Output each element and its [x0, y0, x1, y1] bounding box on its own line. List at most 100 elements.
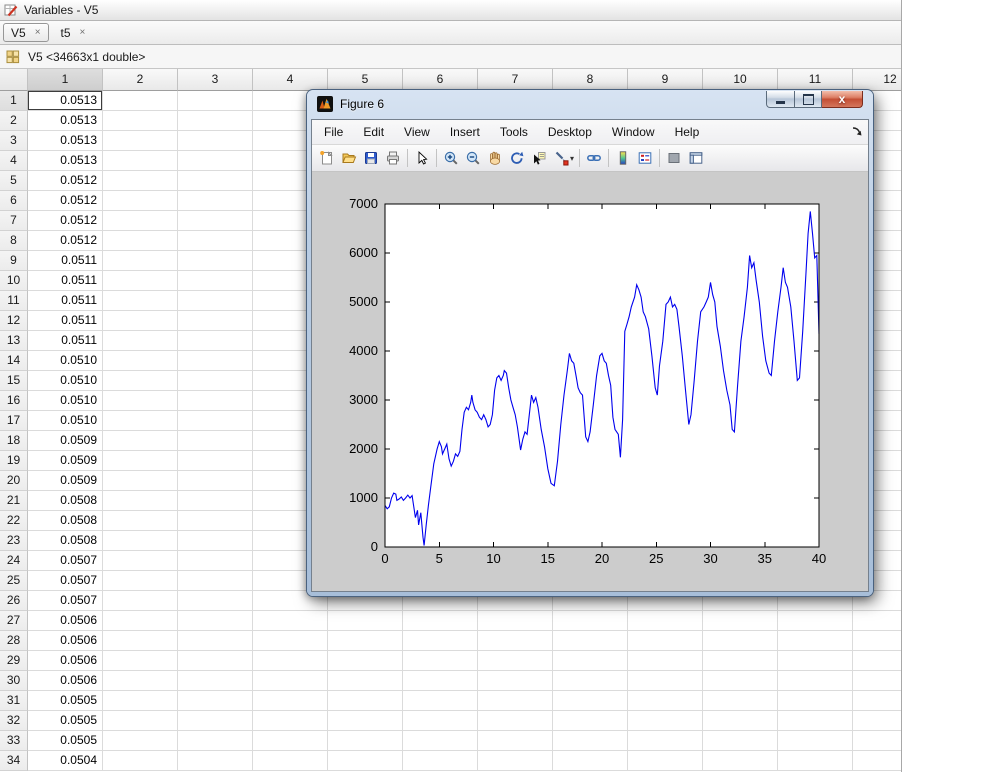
cell-r29-c10[interactable]: [703, 651, 778, 671]
cell-r23-c1[interactable]: 0.0508: [28, 531, 103, 551]
cell-r34-c2[interactable]: [103, 751, 178, 771]
cell-r28-c12[interactable]: [853, 631, 902, 651]
menu-desktop[interactable]: Desktop: [538, 121, 602, 144]
zoom-in-button[interactable]: [440, 147, 462, 169]
cell-r24-c3[interactable]: [178, 551, 253, 571]
cell-r11-c2[interactable]: [103, 291, 178, 311]
cell-r30-c2[interactable]: [103, 671, 178, 691]
tab-v5[interactable]: V5 ×: [3, 23, 49, 42]
column-header-3[interactable]: 3: [178, 69, 253, 91]
cell-r28-c11[interactable]: [778, 631, 853, 651]
row-header-23[interactable]: 23: [0, 531, 28, 551]
menu-window[interactable]: Window: [602, 121, 665, 144]
cell-r13-c3[interactable]: [178, 331, 253, 351]
cell-r14-c3[interactable]: [178, 351, 253, 371]
cell-r31-c8[interactable]: [553, 691, 628, 711]
row-header-30[interactable]: 30: [0, 671, 28, 691]
cell-r5-c2[interactable]: [103, 171, 178, 191]
cell-r4-c3[interactable]: [178, 151, 253, 171]
row-header-34[interactable]: 34: [0, 751, 28, 771]
row-header-16[interactable]: 16: [0, 391, 28, 411]
cell-r34-c3[interactable]: [178, 751, 253, 771]
row-header-18[interactable]: 18: [0, 431, 28, 451]
cell-r34-c5[interactable]: [328, 751, 403, 771]
cell-r32-c9[interactable]: [628, 711, 703, 731]
cell-r32-c12[interactable]: [853, 711, 902, 731]
cell-r33-c7[interactable]: [478, 731, 553, 751]
row-header-19[interactable]: 19: [0, 451, 28, 471]
cell-r34-c7[interactable]: [478, 751, 553, 771]
minimize-button[interactable]: [766, 91, 795, 108]
cell-r14-c2[interactable]: [103, 351, 178, 371]
row-header-21[interactable]: 21: [0, 491, 28, 511]
row-header-22[interactable]: 22: [0, 511, 28, 531]
cell-r3-c2[interactable]: [103, 131, 178, 151]
hide-plot-tools-button[interactable]: [663, 147, 685, 169]
cell-r19-c3[interactable]: [178, 451, 253, 471]
cell-r31-c3[interactable]: [178, 691, 253, 711]
row-header-2[interactable]: 2: [0, 111, 28, 131]
cell-r29-c12[interactable]: [853, 651, 902, 671]
cell-r33-c11[interactable]: [778, 731, 853, 751]
cell-r33-c5[interactable]: [328, 731, 403, 751]
cell-r34-c11[interactable]: [778, 751, 853, 771]
cell-r31-c10[interactable]: [703, 691, 778, 711]
cell-r28-c7[interactable]: [478, 631, 553, 651]
cell-r18-c1[interactable]: 0.0509: [28, 431, 103, 451]
open-file-button[interactable]: [338, 147, 360, 169]
cell-r10-c2[interactable]: [103, 271, 178, 291]
cell-r31-c7[interactable]: [478, 691, 553, 711]
pan-button[interactable]: [484, 147, 506, 169]
cell-r31-c12[interactable]: [853, 691, 902, 711]
column-header-7[interactable]: 7: [478, 69, 553, 91]
cell-r27-c6[interactable]: [403, 611, 478, 631]
cell-r16-c2[interactable]: [103, 391, 178, 411]
cell-r16-c3[interactable]: [178, 391, 253, 411]
cell-r33-c1[interactable]: 0.0505: [28, 731, 103, 751]
cell-r27-c2[interactable]: [103, 611, 178, 631]
cell-r29-c9[interactable]: [628, 651, 703, 671]
cell-r4-c2[interactable]: [103, 151, 178, 171]
cell-r6-c3[interactable]: [178, 191, 253, 211]
save-figure-button[interactable]: [360, 147, 382, 169]
cell-r18-c2[interactable]: [103, 431, 178, 451]
cell-r8-c1[interactable]: 0.0512: [28, 231, 103, 251]
cell-r30-c3[interactable]: [178, 671, 253, 691]
cell-r34-c1[interactable]: 0.0504: [28, 751, 103, 771]
insert-colorbar-button[interactable]: [612, 147, 634, 169]
cell-r18-c3[interactable]: [178, 431, 253, 451]
cell-r7-c2[interactable]: [103, 211, 178, 231]
column-header-12[interactable]: 12: [853, 69, 902, 91]
cell-r9-c3[interactable]: [178, 251, 253, 271]
cell-r29-c5[interactable]: [328, 651, 403, 671]
cell-r27-c4[interactable]: [253, 611, 328, 631]
cell-r15-c2[interactable]: [103, 371, 178, 391]
cell-r28-c10[interactable]: [703, 631, 778, 651]
cell-r31-c4[interactable]: [253, 691, 328, 711]
cell-r20-c1[interactable]: 0.0509: [28, 471, 103, 491]
column-header-2[interactable]: 2: [103, 69, 178, 91]
cell-r21-c2[interactable]: [103, 491, 178, 511]
row-header-3[interactable]: 3: [0, 131, 28, 151]
cell-r2-c3[interactable]: [178, 111, 253, 131]
cell-r26-c3[interactable]: [178, 591, 253, 611]
row-header-14[interactable]: 14: [0, 351, 28, 371]
row-header-29[interactable]: 29: [0, 651, 28, 671]
cell-r30-c7[interactable]: [478, 671, 553, 691]
column-header-9[interactable]: 9: [628, 69, 703, 91]
row-header-28[interactable]: 28: [0, 631, 28, 651]
cell-r31-c5[interactable]: [328, 691, 403, 711]
cell-r27-c9[interactable]: [628, 611, 703, 631]
cell-r29-c11[interactable]: [778, 651, 853, 671]
row-header-4[interactable]: 4: [0, 151, 28, 171]
row-header-33[interactable]: 33: [0, 731, 28, 751]
cell-r16-c1[interactable]: 0.0510: [28, 391, 103, 411]
rotate-3d-button[interactable]: [506, 147, 528, 169]
menu-tools[interactable]: Tools: [490, 121, 538, 144]
cell-r27-c11[interactable]: [778, 611, 853, 631]
row-header-24[interactable]: 24: [0, 551, 28, 571]
cell-r17-c1[interactable]: 0.0510: [28, 411, 103, 431]
cell-r1-c2[interactable]: [103, 91, 178, 111]
cell-r29-c6[interactable]: [403, 651, 478, 671]
cell-r33-c12[interactable]: [853, 731, 902, 751]
